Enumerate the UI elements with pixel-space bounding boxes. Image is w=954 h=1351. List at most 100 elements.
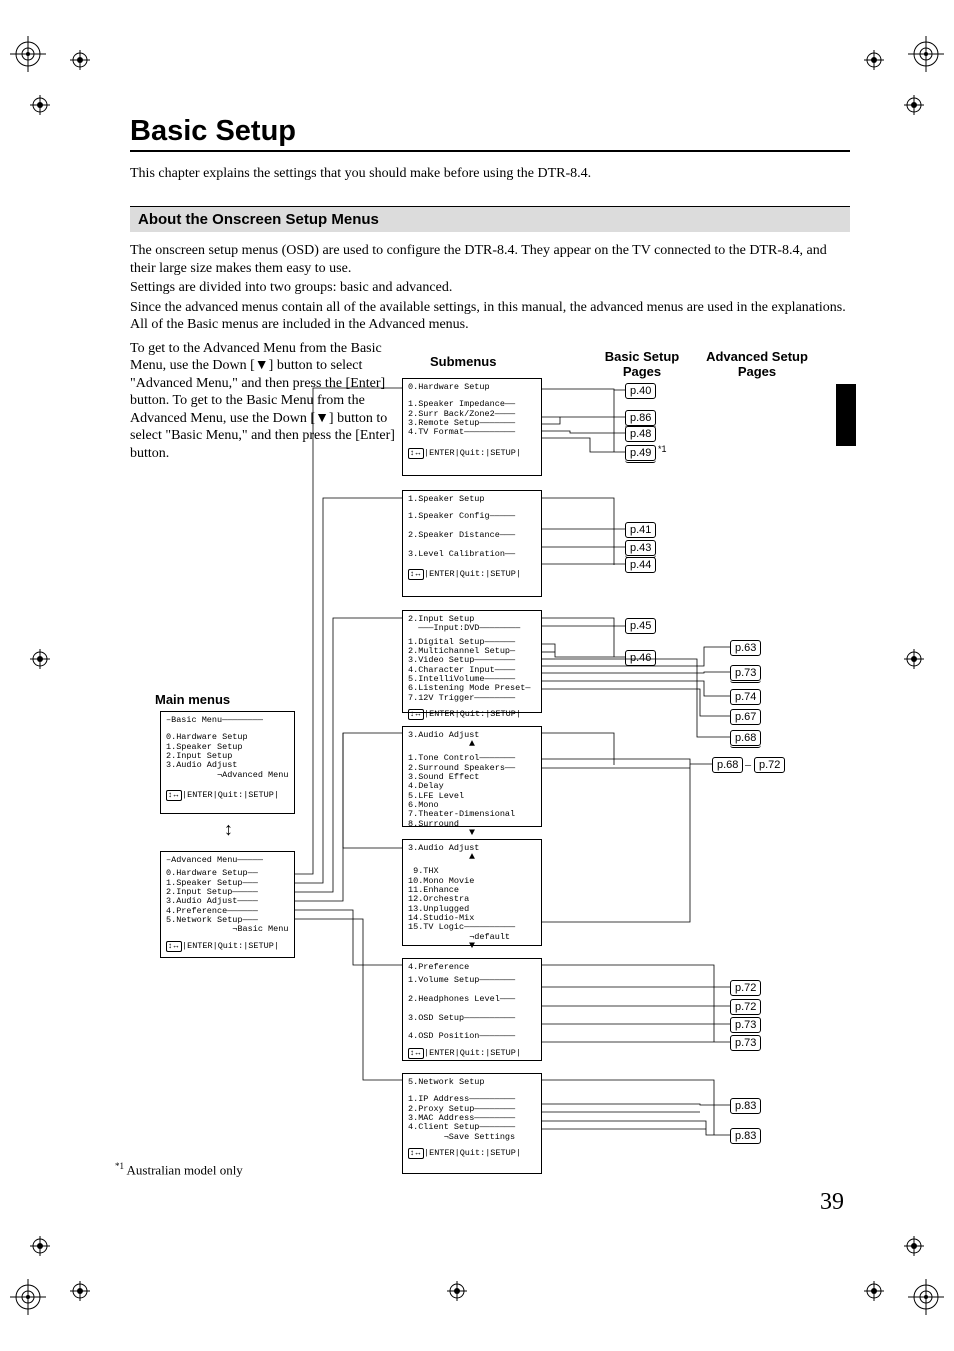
osd-items: 1.Speaker Impedance—— 2.Surr Back/Zone2—… xyxy=(408,400,536,437)
osd-foot-text: |ENTER|Quit:|SETUP| xyxy=(182,941,279,951)
vertical-double-arrow-icon: ↕ xyxy=(224,820,233,838)
footnote-star: *1 xyxy=(658,444,667,454)
registration-mark-icon xyxy=(908,1279,944,1315)
footnote-text: Australian model only xyxy=(127,1162,243,1177)
page-ref: p.73 xyxy=(730,1035,761,1051)
page-ref: p.72 xyxy=(730,980,761,996)
osd-foot: ↕↔|ENTER|Quit:|SETUP| xyxy=(408,448,536,459)
main-menu-advanced-osd: –Advanced Menu————— 0.Hardware Setup—— 1… xyxy=(160,851,295,958)
osd-items: 0.Hardware Setup 1.Speaker Setup 2.Input… xyxy=(166,733,289,780)
main-menus-label: Main menus xyxy=(155,692,230,707)
crop-mark-icon xyxy=(904,649,924,669)
body-p3: Since the advanced menus contain all of … xyxy=(130,299,850,334)
footnote-marker: *1 xyxy=(115,1161,124,1171)
page-ref: p.83 xyxy=(730,1098,761,1114)
nav-icons: ↕↔ xyxy=(408,448,424,459)
submenu-input-setup: 2.Input Setup ———Input:DVD———————— 1.Dig… xyxy=(402,610,542,713)
osd-title: –Advanced Menu————— xyxy=(166,856,289,865)
page-ref: p.48 xyxy=(625,426,656,442)
osd-foot: ↕↔|ENTER|Quit:|SETUP| xyxy=(166,790,289,801)
osd-items: 1.Tone Control——————— 2.Surround Speaker… xyxy=(408,754,536,829)
osd-items: 1.Digital Setup—————— 2.Multichannel Set… xyxy=(408,638,536,703)
nav-instructions: To get to the Advanced Menu from the Bas… xyxy=(130,340,420,463)
column-advanced-pages: Advanced Setup Pages xyxy=(692,350,822,380)
osd-items: 1.Volume Setup——————— 2.Headphones Level… xyxy=(408,976,536,1041)
page-ref: p.68 xyxy=(712,757,743,773)
page-ref: p.45 xyxy=(625,618,656,634)
osd-foot-text: |ENTER|Quit:|SETUP| xyxy=(424,448,521,458)
nav-icons: ↕↔ xyxy=(166,790,182,801)
osd-items: 9.THX 10.Mono Movie 11.Enhance 12.Orches… xyxy=(408,867,536,942)
osd-items: 1.Speaker Config————— 2.Speaker Distance… xyxy=(408,512,536,559)
page-ref: p.86 xyxy=(625,410,656,426)
crop-mark-icon xyxy=(70,1281,90,1301)
osd-title: 5.Network Setup xyxy=(408,1078,536,1087)
page-ref: p.46 xyxy=(625,650,656,666)
chapter-title: Basic Setup xyxy=(130,115,850,148)
osd-foot-text: |ENTER|Quit:|SETUP| xyxy=(424,569,521,579)
page-ref: p.68 xyxy=(730,730,761,746)
page-ref: p.67 xyxy=(730,709,761,725)
column-basic-pages: Basic Setup Pages xyxy=(602,350,682,380)
up-arrow-icon: ▲ xyxy=(408,740,536,750)
column-submenus: Submenus xyxy=(430,355,540,370)
page-ref: p.40 xyxy=(625,383,656,399)
osd-title: 0.Hardware Setup xyxy=(408,383,536,392)
osd-items: 0.Hardware Setup—— 1.Speaker Setup——— 2.… xyxy=(166,869,289,934)
crop-mark-icon xyxy=(447,1281,467,1301)
registration-mark-icon xyxy=(10,36,46,72)
page-ref: p.41 xyxy=(625,522,656,538)
page-number: 39 xyxy=(820,1189,844,1216)
osd-title: 2.Input Setup ———Input:DVD———————— xyxy=(408,615,536,634)
body-text: The onscreen setup menus (OSD) are used … xyxy=(130,242,850,334)
registration-mark-icon xyxy=(908,36,944,72)
page-ref: p.43 xyxy=(625,540,656,556)
nav-icons: ↕↔ xyxy=(408,569,424,580)
crop-mark-icon xyxy=(30,649,50,669)
submenu-audio-adjust-a: 3.Audio Adjust ▲ 1.Tone Control——————— 2… xyxy=(402,726,542,827)
page-ref: p.44 xyxy=(625,557,656,573)
submenu-hardware-setup: 0.Hardware Setup 1.Speaker Impedance—— 2… xyxy=(402,378,542,476)
body-p1: The onscreen setup menus (OSD) are used … xyxy=(130,242,850,277)
crop-mark-icon xyxy=(904,1236,924,1256)
crop-mark-icon xyxy=(864,50,884,70)
submenu-preference: 4.Preference 1.Volume Setup——————— 2.Hea… xyxy=(402,958,542,1061)
nav-icons: ↕↔ xyxy=(408,1048,424,1059)
nav-icons: ↕↔ xyxy=(408,1148,424,1159)
page-ref: p.63 xyxy=(730,640,761,656)
osd-foot: ↕↔|ENTER|Quit:|SETUP| xyxy=(408,569,536,580)
section-heading: About the Onscreen Setup Menus xyxy=(130,206,850,232)
osd-title: –Basic Menu———————— xyxy=(166,716,289,725)
osd-foot-text: |ENTER|Quit:|SETUP| xyxy=(182,790,279,800)
range-dash: – xyxy=(745,757,751,772)
osd-foot-text: |ENTER|Quit:|SETUP| xyxy=(424,709,521,719)
crop-mark-icon xyxy=(70,50,90,70)
submenu-audio-adjust-b: 3.Audio Adjust ▲ 9.THX 10.Mono Movie 11.… xyxy=(402,839,542,946)
crop-mark-icon xyxy=(864,1281,884,1301)
down-arrow-icon: ▼ xyxy=(408,942,536,952)
crop-mark-icon xyxy=(904,95,924,115)
osd-items: 1.IP Address————————— 2.Proxy Setup—————… xyxy=(408,1095,536,1142)
down-arrow-icon: ▼ xyxy=(408,829,536,839)
crop-mark-icon xyxy=(30,95,50,115)
footnote: *1 Australian model only xyxy=(115,1161,243,1178)
osd-foot: ↕↔|ENTER|Quit:|SETUP| xyxy=(166,941,289,952)
page-ref: p.74 xyxy=(730,689,761,705)
osd-foot: ↕↔|ENTER|Quit:|SETUP| xyxy=(408,709,536,720)
submenu-speaker-setup: 1.Speaker Setup 1.Speaker Config————— 2.… xyxy=(402,490,542,597)
osd-foot-text: |ENTER|Quit:|SETUP| xyxy=(424,1148,521,1158)
osd-foot: ↕↔|ENTER|Quit:|SETUP| xyxy=(408,1148,536,1159)
page-ref: p.72 xyxy=(730,999,761,1015)
osd-title: 4.Preference xyxy=(408,963,536,972)
page-ref: p.73 xyxy=(730,665,761,681)
crop-mark-icon xyxy=(30,1236,50,1256)
intro-text: This chapter explains the settings that … xyxy=(130,166,850,182)
up-arrow-icon: ▲ xyxy=(408,853,536,863)
osd-title: 1.Speaker Setup xyxy=(408,495,536,504)
body-p2: Settings are divided into two groups: ba… xyxy=(130,279,850,297)
osd-foot: ↕↔|ENTER|Quit:|SETUP| xyxy=(408,1048,536,1059)
page-ref: p.49 xyxy=(625,445,656,461)
page-ref: p.72 xyxy=(754,757,785,773)
nav-icons: ↕↔ xyxy=(166,941,182,952)
main-menu-basic-osd: –Basic Menu———————— 0.Hardware Setup 1.S… xyxy=(160,711,295,814)
